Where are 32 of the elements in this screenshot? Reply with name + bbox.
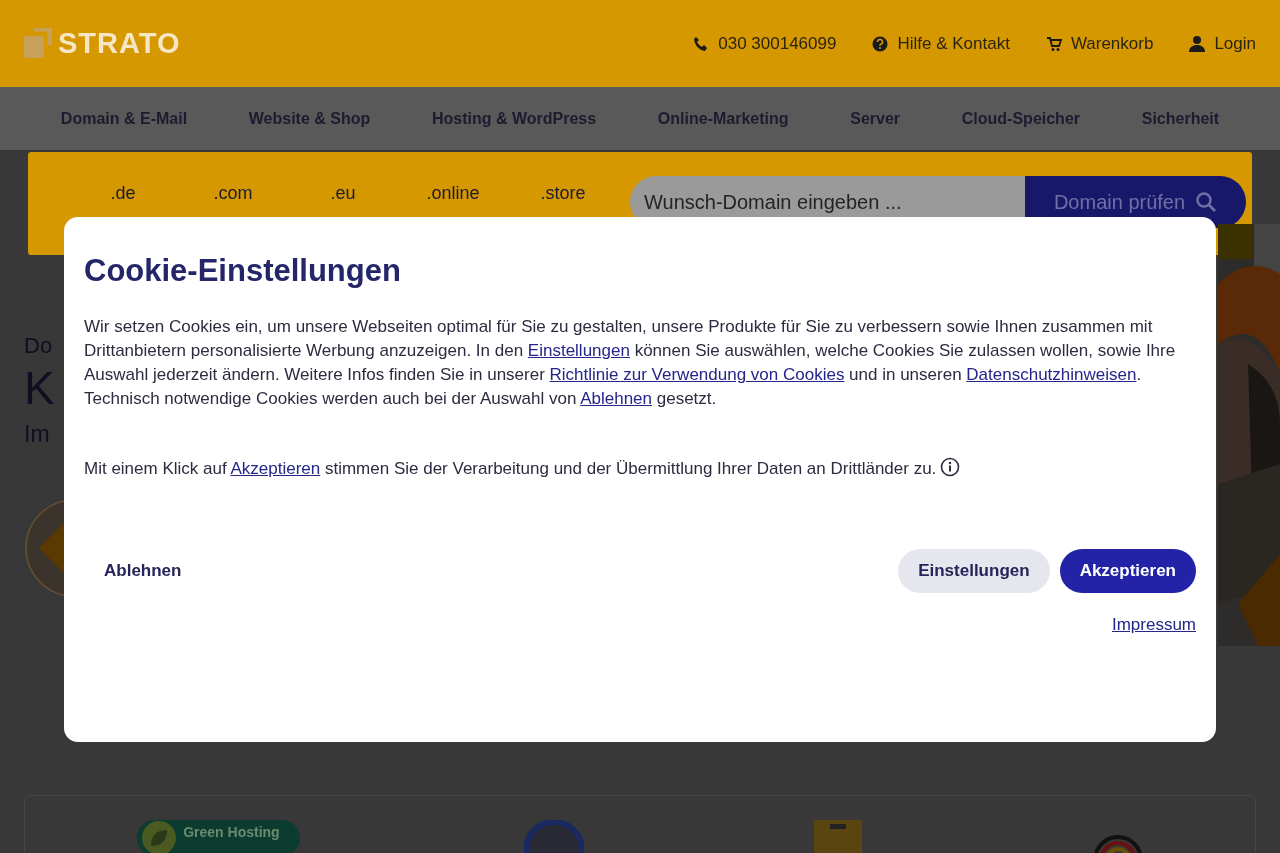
accept-button[interactable]: Akzeptieren	[1059, 549, 1196, 593]
user-icon	[1189, 35, 1206, 52]
tld-label: .online	[425, 182, 481, 204]
settings-button[interactable]: Einstellungen	[898, 549, 1050, 593]
text-link[interactable]: Richtlinie zur Verwendung von Cookies	[549, 365, 845, 384]
search-icon	[1195, 191, 1218, 213]
cart-icon	[1045, 35, 1062, 52]
logo-icon	[24, 27, 52, 60]
text-link[interactable]: Datenschutzhinweisen	[966, 365, 1137, 384]
badge-label: Green Hosting	[183, 824, 280, 840]
info-icon[interactable]	[940, 457, 961, 477]
tld-label: .eu	[329, 182, 357, 204]
text-link[interactable]: Akzeptieren	[230, 459, 321, 478]
help-icon	[872, 35, 889, 52]
header-link[interactable]: Hilfe & Kontakt	[872, 33, 1010, 54]
phone-icon	[693, 35, 710, 52]
header-link[interactable]: Login	[1189, 33, 1256, 54]
imprint-link[interactable]: Impressum	[84, 615, 1196, 635]
dialog-title: Cookie-Einstellungen	[84, 253, 402, 289]
header-link[interactable]: 030 300146099	[693, 33, 837, 54]
reject-button[interactable]: Ablehnen	[84, 549, 202, 593]
tld-label: .store	[539, 182, 587, 204]
tld-label: .de	[109, 182, 137, 204]
cookie-text: Wir setzen Cookies ein, um unsere Webseiten optimal für Sie zu gestalten, unsere Produkte für Sie zu verbessern sowie Ihnen zusammen mit Drittanbietern personalisierte Werbung anzuzeigen. In den Einstellungen können Sie auswählen, welche Cookies Sie zulassen wollen, sowie Ihre Auswahl jederzeit ändern. Weitere Infos finden Sie in unserer Richtlinie zur Verwendung von Cookies und in unseren Datenschutzhinweisen. Technisch notwendige Cookies werden auch bei der Auswahl von Ablehnen gesetzt.	[84, 316, 1177, 410]
cookie-text: Mit einem Klick auf Akzeptieren stimmen Sie der Verarbeitung und der Übermittlung Ihrer Daten an Drittländer zu.	[84, 457, 1196, 481]
tld-label: .com	[212, 182, 254, 204]
header-link[interactable]: Warenkorb	[1045, 33, 1154, 54]
certificate-seal-icon	[524, 820, 585, 853]
text-link[interactable]: Ablehnen	[580, 389, 652, 408]
leaf-icon	[141, 820, 178, 853]
text-link[interactable]: Einstellungen	[527, 341, 630, 360]
logo-wordmark: STRATO	[58, 27, 181, 60]
